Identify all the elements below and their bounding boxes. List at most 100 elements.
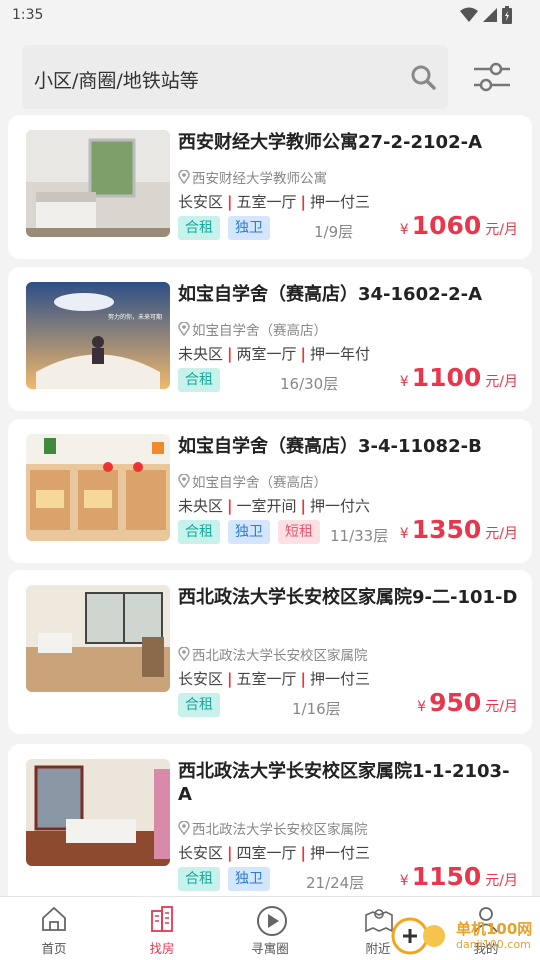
price-amount: 1150 [411, 862, 482, 891]
tag-shared: 合租 [178, 216, 220, 240]
listing-tags: 合租 独卫 [178, 867, 270, 891]
listing-card[interactable]: 努力的你，未来可期 如宝自学舍（赛高店）34-1602-2-A 如宝自学舍（赛高… [8, 267, 532, 411]
listing-price: ¥ 1060 元/月 [400, 211, 518, 240]
listing-price: ¥ 1150 元/月 [400, 862, 518, 891]
price-amount: 1060 [411, 211, 482, 240]
tag-private-bath: 独卫 [228, 867, 270, 891]
status-time: 1:35 [12, 7, 44, 23]
listing-title: 如宝自学舍（赛高店）3-4-11082-B [178, 436, 482, 457]
separator: | [300, 344, 306, 363]
separator: | [300, 192, 306, 211]
tab-home[interactable]: 首页 [0, 897, 108, 960]
location-pin-icon [178, 647, 190, 661]
listing-location: 如宝自学舍（赛高店） [178, 319, 327, 339]
payment-terms: 押一付三 [310, 844, 371, 862]
tag-shared: 合租 [178, 867, 220, 891]
separator: | [227, 669, 233, 688]
listing-price: ¥ 1100 元/月 [400, 363, 518, 392]
location-pin-icon [178, 474, 190, 488]
search-input[interactable]: 小区/商圈/地铁站等 [22, 45, 448, 109]
price-unit: 元/月 [485, 526, 518, 542]
separator: | [300, 496, 306, 515]
currency-symbol: ¥ [399, 374, 409, 390]
payment-terms: 押一付三 [310, 193, 371, 211]
location-pin-icon [178, 170, 190, 184]
separator: | [227, 843, 233, 862]
tag-shared: 合租 [178, 368, 220, 392]
community-name: 如宝自学舍（赛高店） [192, 323, 327, 339]
price-amount: 1350 [411, 515, 482, 544]
wifi-icon [460, 7, 478, 22]
district: 未央区 [178, 345, 224, 363]
price-amount: 1100 [411, 363, 482, 392]
listing-tags: 合租 独卫 短租 [178, 520, 320, 544]
listing-location: 如宝自学舍（赛高店） [178, 471, 327, 491]
floor-info: 1/9层 [314, 223, 354, 241]
photo-overlay-text: 努力的你，未来可期 [108, 314, 163, 321]
search-icon[interactable] [410, 64, 436, 90]
battery-icon [502, 6, 512, 24]
district: 长安区 [178, 670, 224, 688]
tab-label: 首页 [41, 941, 67, 956]
tag-short-term: 短租 [278, 520, 320, 544]
listing-title: 如宝自学舍（赛高店）34-1602-2-A [178, 284, 483, 305]
floor-info: 21/24层 [306, 874, 365, 892]
tag-private-bath: 独卫 [228, 216, 270, 240]
price-unit: 元/月 [485, 374, 518, 390]
listing-specs: 长安区 | 五室一厅 | 押一付三 [178, 191, 370, 212]
currency-symbol: ¥ [399, 222, 409, 238]
payment-terms: 押一付三 [310, 670, 371, 688]
separator: | [300, 669, 306, 688]
search-placeholder: 小区/商圈/地铁站等 [34, 70, 199, 92]
currency-symbol: ¥ [399, 873, 409, 889]
listing-photo [26, 585, 170, 692]
listing-tags: 合租 [178, 368, 220, 392]
floor-info: 16/30层 [280, 375, 339, 393]
listing-tags: 合租 [178, 693, 220, 717]
system-icons [460, 6, 512, 24]
listing-card[interactable]: 西北政法大学长安校区家属院1-1-2103-A 西北政法大学长安校区家属院 长安… [8, 744, 532, 908]
listing-price: ¥ 1350 元/月 [400, 515, 518, 544]
community-name: 西安财经大学教师公寓 [192, 171, 327, 187]
tab-find-room[interactable]: 找房 [108, 897, 216, 960]
room-layout: 四室一厅 [236, 844, 297, 862]
listing-card[interactable]: 西北政法大学长安校区家属院9-二-101-D 西北政法大学长安校区家属院 长安区… [8, 570, 532, 734]
listing-location: 西北政法大学长安校区家属院 [178, 644, 368, 664]
currency-symbol: ¥ [399, 526, 409, 542]
community-name: 西北政法大学长安校区家属院 [192, 822, 368, 838]
district: 未央区 [178, 497, 224, 515]
location-pin-icon [178, 821, 190, 835]
listing-card[interactable]: 西安财经大学教师公寓27-2-2102-A 西安财经大学教师公寓 长安区 | 五室… [8, 115, 532, 259]
price-unit: 元/月 [485, 699, 518, 715]
separator: | [227, 496, 233, 515]
listing-photo [26, 130, 170, 237]
district: 长安区 [178, 193, 224, 211]
listing-specs: 未央区 | 两室一厅 | 押一年付 [178, 343, 370, 364]
listing-title: 西安财经大学教师公寓27-2-2102-A [178, 132, 483, 153]
listing-location: 西安财经大学教师公寓 [178, 167, 327, 187]
tab-label: 找房 [149, 941, 175, 956]
room-layout: 一室开间 [236, 497, 297, 515]
circle-play-icon [257, 906, 287, 936]
listing-photo [26, 434, 170, 541]
location-pin-icon [178, 322, 190, 336]
room-layout: 五室一厅 [236, 670, 297, 688]
listing-photo: 努力的你，未来可期 [26, 282, 170, 389]
signal-icon [483, 8, 497, 22]
tag-private-bath: 独卫 [228, 520, 270, 544]
building-icon [151, 906, 173, 932]
listing-card[interactable]: 如宝自学舍（赛高店）3-4-11082-B 如宝自学舍（赛高店） 未央区 | 一室… [8, 419, 532, 563]
filter-icon[interactable] [472, 57, 512, 97]
tag-shared: 合租 [178, 693, 220, 717]
watermark-logo: 单机100网 danji100.com [390, 910, 540, 960]
watermark-url: danji100.com [456, 938, 531, 951]
listing-specs: 长安区 | 五室一厅 | 押一付三 [178, 668, 370, 689]
tab-apartment-circle[interactable]: 寻寓圈 [216, 897, 324, 960]
floor-info: 11/33层 [330, 527, 389, 545]
listing-title: 西北政法大学长安校区家属院9-二-101-D [178, 587, 518, 608]
community-name: 西北政法大学长安校区家属院 [192, 648, 368, 664]
separator: | [227, 192, 233, 211]
tag-shared: 合租 [178, 520, 220, 544]
listing-tags: 合租 独卫 [178, 216, 270, 240]
listing-specs: 长安区 | 四室一厅 | 押一付三 [178, 842, 370, 863]
